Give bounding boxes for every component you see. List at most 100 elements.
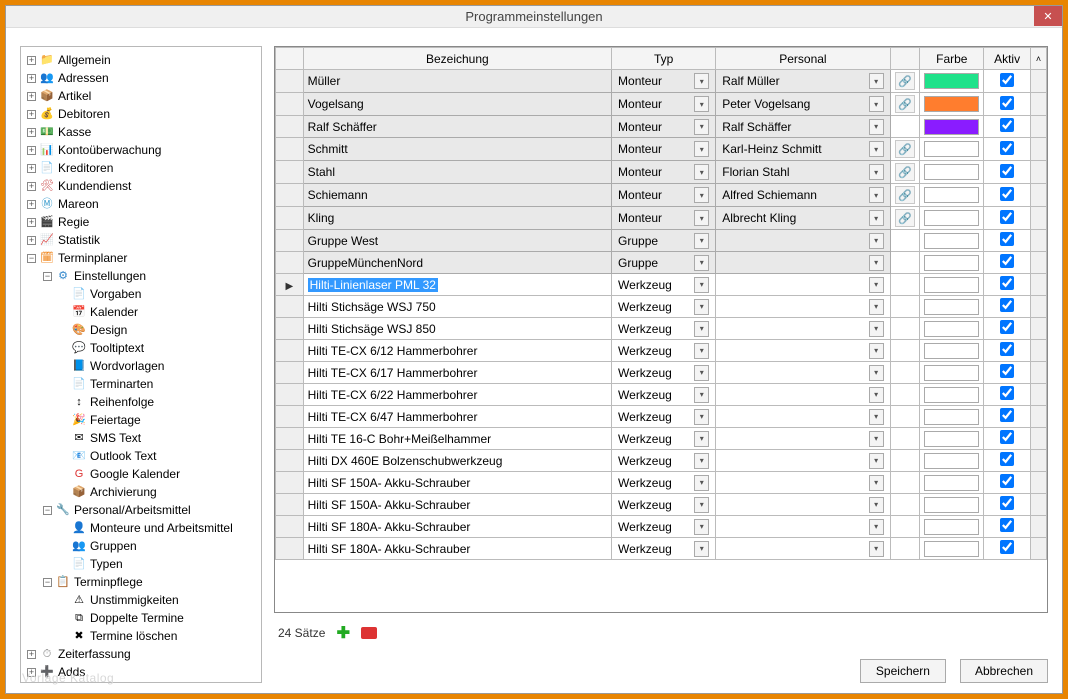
scroll-track[interactable] <box>1030 207 1046 230</box>
color-swatch[interactable] <box>924 73 979 89</box>
scroll-track[interactable] <box>1030 340 1046 362</box>
cell-farbe[interactable] <box>920 340 984 362</box>
color-swatch[interactable] <box>924 519 979 535</box>
row-header[interactable] <box>276 384 304 406</box>
row-header[interactable] <box>276 230 304 252</box>
aktiv-checkbox[interactable] <box>1000 430 1014 444</box>
tree-item[interactable]: ⧉Doppelte Termine <box>57 609 259 627</box>
aktiv-checkbox[interactable] <box>1000 342 1014 356</box>
aktiv-checkbox[interactable] <box>1000 96 1014 110</box>
scroll-track[interactable] <box>1030 252 1046 274</box>
chevron-down-icon[interactable]: ▾ <box>869 431 884 447</box>
cell-link[interactable] <box>890 116 920 138</box>
cell-bezeichnung[interactable]: Hilti-Linienlaser PML 32 <box>303 274 611 296</box>
cell-link[interactable] <box>890 472 920 494</box>
cell-typ[interactable]: Werkzeug▾ <box>612 428 716 450</box>
expand-icon[interactable]: + <box>27 110 36 119</box>
tree-item[interactable]: +📈Statistik <box>25 231 259 249</box>
scroll-track[interactable] <box>1030 296 1046 318</box>
add-row-button[interactable]: ✚ <box>335 625 351 641</box>
table-row[interactable]: Hilti TE-CX 6/12 HammerbohrerWerkzeug▾▾ <box>276 340 1047 362</box>
tree-item[interactable]: GGoogle Kalender <box>57 465 259 483</box>
col-bezeichnung[interactable]: Bezeichung <box>303 48 611 70</box>
collapse-icon[interactable]: − <box>43 506 52 515</box>
chevron-down-icon[interactable]: ▾ <box>694 119 709 135</box>
tree-item[interactable]: 📧Outlook Text <box>57 447 259 465</box>
tree-item[interactable]: 📄Terminarten <box>57 375 259 393</box>
chevron-down-icon[interactable]: ▾ <box>694 164 709 180</box>
tree-item[interactable]: −📋Terminpflege <box>41 573 259 591</box>
chevron-down-icon[interactable]: ▾ <box>869 321 884 337</box>
chevron-down-icon[interactable]: ▾ <box>869 277 884 293</box>
chevron-down-icon[interactable]: ▾ <box>694 321 709 337</box>
cell-bezeichnung[interactable]: Hilti SF 180A- Akku-Schrauber <box>303 516 611 538</box>
navigation-tree[interactable]: +📁Allgemein+👥Adressen+📦Artikel+💰Debitore… <box>20 46 262 683</box>
collapse-icon[interactable]: − <box>43 578 52 587</box>
chevron-down-icon[interactable]: ▾ <box>694 141 709 157</box>
chevron-down-icon[interactable]: ▾ <box>869 497 884 513</box>
tree-item[interactable]: −🗓Terminplaner <box>25 249 259 267</box>
cell-aktiv[interactable] <box>984 70 1031 93</box>
table-row[interactable]: Hilti DX 460E BolzenschubwerkzeugWerkzeu… <box>276 450 1047 472</box>
cell-typ[interactable]: Werkzeug▾ <box>612 362 716 384</box>
chevron-down-icon[interactable]: ▾ <box>694 409 709 425</box>
cell-farbe[interactable] <box>920 494 984 516</box>
row-header[interactable] <box>276 362 304 384</box>
cell-bezeichnung[interactable]: Müller <box>303 70 611 93</box>
table-row[interactable]: Gruppe WestGruppe▾▾ <box>276 230 1047 252</box>
table-row[interactable]: Hilti TE-CX 6/47 HammerbohrerWerkzeug▾▾ <box>276 406 1047 428</box>
tree-item[interactable]: +📊Kontoüberwachung <box>25 141 259 159</box>
color-swatch[interactable] <box>924 365 979 381</box>
expand-icon[interactable]: + <box>27 56 36 65</box>
aktiv-checkbox[interactable] <box>1000 496 1014 510</box>
cell-bezeichnung[interactable]: Hilti SF 150A- Akku-Schrauber <box>303 472 611 494</box>
cell-link[interactable] <box>890 406 920 428</box>
tree-item[interactable]: 📄Vorgaben <box>57 285 259 303</box>
tree-item[interactable]: 📄Typen <box>57 555 259 573</box>
collapse-icon[interactable]: − <box>43 272 52 281</box>
chevron-down-icon[interactable]: ▾ <box>694 277 709 293</box>
row-header[interactable] <box>276 207 304 230</box>
cell-aktiv[interactable] <box>984 138 1031 161</box>
link-icon[interactable]: 🔗 <box>895 72 915 90</box>
row-header[interactable] <box>276 340 304 362</box>
scroll-track[interactable] <box>1030 318 1046 340</box>
cell-farbe[interactable] <box>920 252 984 274</box>
cell-aktiv[interactable] <box>984 362 1031 384</box>
row-header[interactable] <box>276 296 304 318</box>
scroll-track[interactable] <box>1030 184 1046 207</box>
color-swatch[interactable] <box>924 164 979 180</box>
row-header[interactable] <box>276 93 304 116</box>
table-row[interactable]: MüllerMonteur▾Ralf Müller▾🔗 <box>276 70 1047 93</box>
aktiv-checkbox[interactable] <box>1000 276 1014 290</box>
cell-aktiv[interactable] <box>984 516 1031 538</box>
tree-item[interactable]: +🎬Regie <box>25 213 259 231</box>
scroll-track[interactable] <box>1030 274 1046 296</box>
chevron-down-icon[interactable]: ▾ <box>694 475 709 491</box>
delete-row-button[interactable] <box>361 627 377 639</box>
row-header[interactable] <box>276 318 304 340</box>
tree-item[interactable]: 👤Monteure und Arbeitsmittel <box>57 519 259 537</box>
tree-item[interactable]: 📘Wordvorlagen <box>57 357 259 375</box>
data-grid[interactable]: Bezeichung Typ Personal Farbe Aktiv ˄ Mü… <box>274 46 1048 613</box>
link-icon[interactable]: 🔗 <box>895 186 915 204</box>
cell-bezeichnung[interactable]: Stahl <box>303 161 611 184</box>
cell-personal[interactable]: Peter Vogelsang▾ <box>716 93 890 116</box>
cell-personal[interactable]: ▾ <box>716 318 890 340</box>
col-farbe[interactable]: Farbe <box>920 48 984 70</box>
cell-aktiv[interactable] <box>984 230 1031 252</box>
chevron-down-icon[interactable]: ▾ <box>694 343 709 359</box>
scroll-track[interactable] <box>1030 450 1046 472</box>
tree-item[interactable]: 💬Tooltiptext <box>57 339 259 357</box>
cell-personal[interactable]: Ralf Schäffer▾ <box>716 116 890 138</box>
chevron-down-icon[interactable]: ▾ <box>869 519 884 535</box>
tree-item[interactable]: +💰Debitoren <box>25 105 259 123</box>
row-header[interactable] <box>276 161 304 184</box>
chevron-down-icon[interactable]: ▾ <box>869 299 884 315</box>
table-row[interactable]: GruppeMünchenNordGruppe▾▾ <box>276 252 1047 274</box>
cell-farbe[interactable] <box>920 406 984 428</box>
table-row[interactable]: Hilti Stichsäge WSJ 850Werkzeug▾▾ <box>276 318 1047 340</box>
cell-link[interactable] <box>890 296 920 318</box>
chevron-down-icon[interactable]: ▾ <box>694 210 709 226</box>
chevron-down-icon[interactable]: ▾ <box>869 141 884 157</box>
